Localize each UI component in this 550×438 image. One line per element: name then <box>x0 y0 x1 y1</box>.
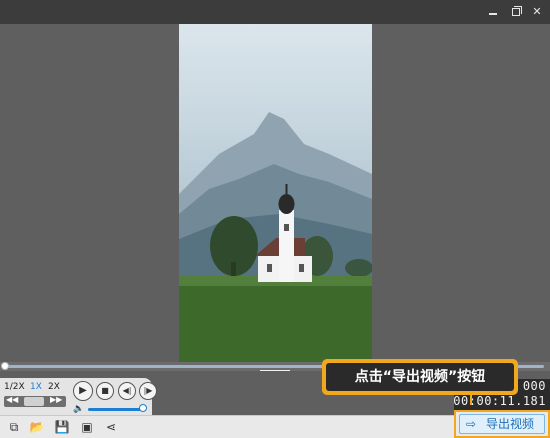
title-bar: ✕ <box>0 0 550 24</box>
rewind-icon: ◀◀ <box>6 395 19 404</box>
volume-icon[interactable]: 🔈 <box>73 404 84 414</box>
chapel-window <box>284 224 289 231</box>
minimize-icon <box>489 13 497 15</box>
stop-icon: ■ <box>101 386 109 395</box>
play-icon: ▶ <box>79 385 87 396</box>
save-icon[interactable]: 💾 <box>54 419 70 435</box>
speed-option-2x[interactable]: 2X <box>48 382 60 392</box>
speed-panel: 1/2X 1X 2X ◀◀ ▶▶ ▶ ■ ◀| |▶ 🔈 <box>0 378 157 415</box>
tutorial-callout: 点击“导出视频”按钮 <box>322 359 518 395</box>
save-as-icon[interactable]: ▣ <box>79 419 95 435</box>
speed-option-half[interactable]: 1/2X <box>4 382 25 392</box>
export-video-label: 导出视频 <box>486 417 535 431</box>
chapel-spire <box>285 184 288 196</box>
fast-forward-icon: ▶▶ <box>50 395 63 404</box>
export-video-button[interactable]: ⇨ 导出视频 <box>459 414 545 434</box>
volume-slider[interactable] <box>88 408 144 411</box>
speed-option-1x[interactable]: 1X <box>30 382 42 392</box>
play-button[interactable]: ▶ <box>73 381 93 401</box>
restore-icon <box>512 8 520 16</box>
video-scene <box>179 112 372 362</box>
share-icon[interactable]: ⋖ <box>103 419 119 435</box>
close-icon: ✕ <box>532 5 542 18</box>
callout-text: 点击“导出视频”按钮 <box>326 363 514 391</box>
video-stage <box>0 24 550 362</box>
volume-slider-handle[interactable] <box>139 404 147 412</box>
chapel-tower <box>279 210 294 282</box>
chapel-window-2 <box>267 264 272 272</box>
previous-frame-button[interactable]: ◀| <box>118 382 136 400</box>
folder-open-icon[interactable]: 📂 <box>29 419 45 435</box>
minimize-button[interactable] <box>484 3 502 21</box>
chapel-window-3 <box>299 264 304 272</box>
meadow <box>179 276 372 362</box>
speed-slider-thumb[interactable] <box>24 397 44 406</box>
speed-slider[interactable]: ◀◀ ▶▶ <box>4 395 66 407</box>
export-highlight: ⇨ 导出视频 <box>454 410 550 438</box>
next-frame-icon: |▶ <box>143 386 153 395</box>
time-current-suffix: 000 <box>522 379 546 393</box>
close-button[interactable]: ✕ <box>528 3 546 21</box>
time-total: 00:00:11.181 <box>453 394 546 408</box>
callout-pointer <box>470 395 472 405</box>
stop-button[interactable]: ■ <box>96 382 114 400</box>
next-frame-button[interactable]: |▶ <box>139 382 157 400</box>
tree-far-right <box>345 259 372 277</box>
previous-frame-icon: ◀| <box>122 386 132 395</box>
timeline-handle[interactable] <box>1 362 9 370</box>
restore-button[interactable] <box>507 3 525 21</box>
video-frame[interactable] <box>179 24 372 362</box>
crop-icon[interactable]: ⧉ <box>6 419 22 435</box>
chapel-dome <box>278 194 295 214</box>
export-icon: ⇨ <box>466 417 477 431</box>
